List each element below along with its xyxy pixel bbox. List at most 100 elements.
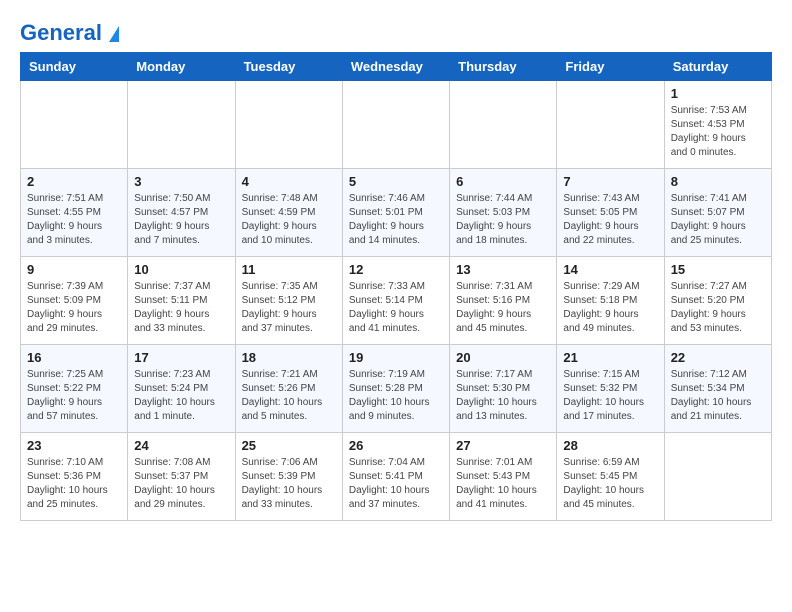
- day-info: Sunrise: 7:53 AM Sunset: 4:53 PM Dayligh…: [671, 104, 765, 160]
- day-number: 28: [563, 438, 657, 453]
- day-number: 5: [349, 174, 443, 189]
- day-info: Sunrise: 7:41 AM Sunset: 5:07 PM Dayligh…: [671, 192, 765, 248]
- day-number: 15: [671, 262, 765, 277]
- calendar-header-sunday: Sunday: [21, 53, 128, 81]
- day-info: Sunrise: 7:15 AM Sunset: 5:32 PM Dayligh…: [563, 368, 657, 424]
- logo: General: [20, 20, 119, 42]
- calendar-cell: [342, 81, 449, 169]
- day-number: 9: [27, 262, 121, 277]
- calendar-cell: 10 Sunrise: 7:37 AM Sunset: 5:11 PM Dayli…: [128, 257, 235, 345]
- day-number: 11: [242, 262, 336, 277]
- calendar-cell: 17 Sunrise: 7:23 AM Sunset: 5:24 PM Dayli…: [128, 345, 235, 433]
- day-number: 7: [563, 174, 657, 189]
- day-number: 1: [671, 86, 765, 101]
- calendar-header-thursday: Thursday: [450, 53, 557, 81]
- day-number: 18: [242, 350, 336, 365]
- day-number: 13: [456, 262, 550, 277]
- day-info: Sunrise: 7:12 AM Sunset: 5:34 PM Dayligh…: [671, 368, 765, 424]
- calendar-cell: 18 Sunrise: 7:21 AM Sunset: 5:26 PM Dayli…: [235, 345, 342, 433]
- day-info: Sunrise: 7:06 AM Sunset: 5:39 PM Dayligh…: [242, 456, 336, 512]
- calendar-header-wednesday: Wednesday: [342, 53, 449, 81]
- calendar-cell: 7 Sunrise: 7:43 AM Sunset: 5:05 PM Daylig…: [557, 169, 664, 257]
- day-info: Sunrise: 7:50 AM Sunset: 4:57 PM Dayligh…: [134, 192, 228, 248]
- calendar-cell: 21Sunrise: 7:15 AM Sunset: 5:32 PM Dayli…: [557, 345, 664, 433]
- day-number: 12: [349, 262, 443, 277]
- day-info: Sunrise: 7:27 AM Sunset: 5:20 PM Dayligh…: [671, 280, 765, 336]
- day-info: Sunrise: 7:08 AM Sunset: 5:37 PM Dayligh…: [134, 456, 228, 512]
- calendar-header-saturday: Saturday: [664, 53, 771, 81]
- day-number: 10: [134, 262, 228, 277]
- calendar-cell: 9 Sunrise: 7:39 AM Sunset: 5:09 PM Daylig…: [21, 257, 128, 345]
- calendar-cell: 28 Sunrise: 6:59 AM Sunset: 5:45 PM Dayli…: [557, 433, 664, 521]
- calendar-cell: [664, 433, 771, 521]
- day-number: 16: [27, 350, 121, 365]
- calendar-cell: 3 Sunrise: 7:50 AM Sunset: 4:57 PM Daylig…: [128, 169, 235, 257]
- day-number: 17: [134, 350, 228, 365]
- day-info: Sunrise: 7:31 AM Sunset: 5:16 PM Dayligh…: [456, 280, 550, 336]
- day-info: Sunrise: 7:39 AM Sunset: 5:09 PM Dayligh…: [27, 280, 121, 336]
- day-number: 14: [563, 262, 657, 277]
- calendar-cell: 15 Sunrise: 7:27 AM Sunset: 5:20 PM Dayli…: [664, 257, 771, 345]
- calendar-cell: [21, 81, 128, 169]
- calendar-week-4: 16 Sunrise: 7:25 AM Sunset: 5:22 PM Dayli…: [21, 345, 772, 433]
- calendar-cell: 25 Sunrise: 7:06 AM Sunset: 5:39 PM Dayli…: [235, 433, 342, 521]
- page-header: General: [20, 20, 772, 42]
- day-info: Sunrise: 7:21 AM Sunset: 5:26 PM Dayligh…: [242, 368, 336, 424]
- calendar-cell: 16 Sunrise: 7:25 AM Sunset: 5:22 PM Dayli…: [21, 345, 128, 433]
- day-number: 25: [242, 438, 336, 453]
- calendar-cell: 26 Sunrise: 7:04 AM Sunset: 5:41 PM Dayli…: [342, 433, 449, 521]
- day-number: 24: [134, 438, 228, 453]
- calendar-cell: 6Sunrise: 7:44 AM Sunset: 5:03 PM Daylig…: [450, 169, 557, 257]
- calendar-cell: 22 Sunrise: 7:12 AM Sunset: 5:34 PM Dayli…: [664, 345, 771, 433]
- calendar-cell: 24 Sunrise: 7:08 AM Sunset: 5:37 PM Dayli…: [128, 433, 235, 521]
- calendar-cell: 8 Sunrise: 7:41 AM Sunset: 5:07 PM Daylig…: [664, 169, 771, 257]
- calendar-cell: [128, 81, 235, 169]
- day-number: 19: [349, 350, 443, 365]
- day-info: Sunrise: 7:19 AM Sunset: 5:28 PM Dayligh…: [349, 368, 443, 424]
- calendar-header-row: SundayMondayTuesdayWednesdayThursdayFrid…: [21, 53, 772, 81]
- day-info: Sunrise: 7:10 AM Sunset: 5:36 PM Dayligh…: [27, 456, 121, 512]
- calendar-cell: 14 Sunrise: 7:29 AM Sunset: 5:18 PM Dayli…: [557, 257, 664, 345]
- day-number: 20: [456, 350, 550, 365]
- calendar-cell: [450, 81, 557, 169]
- calendar-cell: 2 Sunrise: 7:51 AM Sunset: 4:55 PM Daylig…: [21, 169, 128, 257]
- calendar-cell: 20 Sunrise: 7:17 AM Sunset: 5:30 PM Dayli…: [450, 345, 557, 433]
- calendar-cell: 11Sunrise: 7:35 AM Sunset: 5:12 PM Dayli…: [235, 257, 342, 345]
- logo-text: General: [20, 20, 119, 46]
- day-number: 3: [134, 174, 228, 189]
- day-number: 26: [349, 438, 443, 453]
- day-number: 27: [456, 438, 550, 453]
- calendar-header-friday: Friday: [557, 53, 664, 81]
- day-number: 4: [242, 174, 336, 189]
- calendar-week-3: 9 Sunrise: 7:39 AM Sunset: 5:09 PM Daylig…: [21, 257, 772, 345]
- day-info: Sunrise: 7:37 AM Sunset: 5:11 PM Dayligh…: [134, 280, 228, 336]
- day-info: Sunrise: 7:46 AM Sunset: 5:01 PM Dayligh…: [349, 192, 443, 248]
- calendar-cell: 1 Sunrise: 7:53 AM Sunset: 4:53 PM Daylig…: [664, 81, 771, 169]
- calendar-cell: 27 Sunrise: 7:01 AM Sunset: 5:43 PM Dayli…: [450, 433, 557, 521]
- calendar-cell: [557, 81, 664, 169]
- day-info: Sunrise: 6:59 AM Sunset: 5:45 PM Dayligh…: [563, 456, 657, 512]
- day-info: Sunrise: 7:44 AM Sunset: 5:03 PM Dayligh…: [456, 192, 550, 248]
- calendar-cell: 12 Sunrise: 7:33 AM Sunset: 5:14 PM Dayli…: [342, 257, 449, 345]
- day-number: 8: [671, 174, 765, 189]
- day-info: Sunrise: 7:48 AM Sunset: 4:59 PM Dayligh…: [242, 192, 336, 248]
- calendar-cell: 19 Sunrise: 7:19 AM Sunset: 5:28 PM Dayli…: [342, 345, 449, 433]
- day-number: 22: [671, 350, 765, 365]
- day-number: 2: [27, 174, 121, 189]
- day-info: Sunrise: 7:51 AM Sunset: 4:55 PM Dayligh…: [27, 192, 121, 248]
- day-info: Sunrise: 7:01 AM Sunset: 5:43 PM Dayligh…: [456, 456, 550, 512]
- day-info: Sunrise: 7:43 AM Sunset: 5:05 PM Dayligh…: [563, 192, 657, 248]
- calendar-cell: 23 Sunrise: 7:10 AM Sunset: 5:36 PM Dayli…: [21, 433, 128, 521]
- day-info: Sunrise: 7:33 AM Sunset: 5:14 PM Dayligh…: [349, 280, 443, 336]
- day-info: Sunrise: 7:04 AM Sunset: 5:41 PM Dayligh…: [349, 456, 443, 512]
- day-info: Sunrise: 7:17 AM Sunset: 5:30 PM Dayligh…: [456, 368, 550, 424]
- day-info: Sunrise: 7:25 AM Sunset: 5:22 PM Dayligh…: [27, 368, 121, 424]
- day-info: Sunrise: 7:29 AM Sunset: 5:18 PM Dayligh…: [563, 280, 657, 336]
- calendar-header-tuesday: Tuesday: [235, 53, 342, 81]
- day-info: Sunrise: 7:23 AM Sunset: 5:24 PM Dayligh…: [134, 368, 228, 424]
- calendar-table: SundayMondayTuesdayWednesdayThursdayFrid…: [20, 52, 772, 521]
- calendar-cell: 5 Sunrise: 7:46 AM Sunset: 5:01 PM Daylig…: [342, 169, 449, 257]
- calendar-week-5: 23 Sunrise: 7:10 AM Sunset: 5:36 PM Dayli…: [21, 433, 772, 521]
- day-number: 23: [27, 438, 121, 453]
- calendar-cell: 13 Sunrise: 7:31 AM Sunset: 5:16 PM Dayli…: [450, 257, 557, 345]
